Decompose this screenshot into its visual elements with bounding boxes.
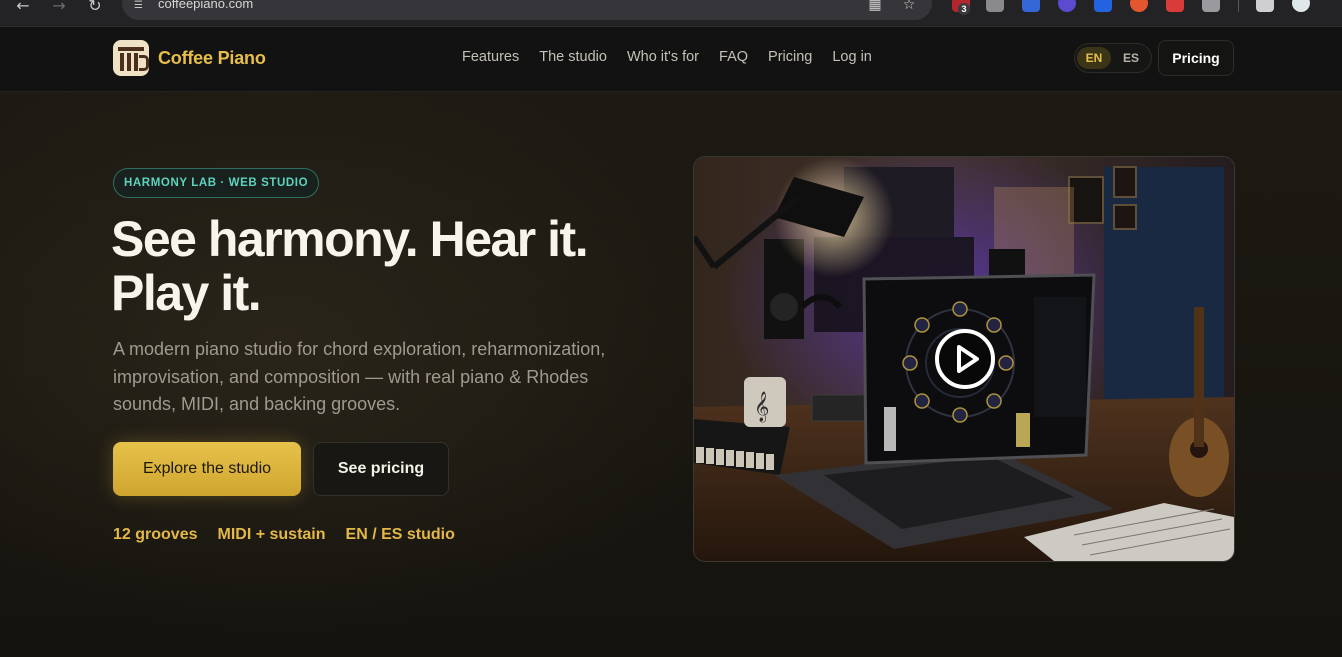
- headline-line-1: See harmony. Hear it.: [111, 211, 589, 267]
- nav-log-in[interactable]: Log in: [832, 49, 872, 65]
- search-extension-icon[interactable]: [1166, 0, 1184, 12]
- camera-extension-icon[interactable]: [986, 0, 1004, 12]
- nav-the-studio[interactable]: The studio: [539, 49, 607, 65]
- hero-subtext: A modern piano studio for chord explorat…: [113, 339, 606, 414]
- headline-line-2: Play it.: [111, 265, 262, 321]
- toolbar-divider: [1238, 0, 1239, 12]
- address-bar[interactable]: ☰ coffeepiano.com ▦ ☆: [122, 0, 932, 20]
- translate-extension-icon[interactable]: [1094, 0, 1112, 12]
- translate-icon[interactable]: ▦: [866, 0, 884, 12]
- burst-extension-icon[interactable]: [1130, 0, 1148, 12]
- play-icon: [957, 345, 979, 373]
- download-icon[interactable]: [1256, 0, 1274, 12]
- extension-badge: 3: [958, 3, 970, 15]
- hero-stats: 12 grooves MIDI + sustain EN / ES studio: [113, 526, 455, 544]
- profile-avatar-icon[interactable]: [1292, 0, 1310, 12]
- coffee-piano-logo-icon[interactable]: [113, 40, 149, 76]
- sync-extension-icon[interactable]: [1058, 0, 1076, 12]
- nav-who-its-for[interactable]: Who it's for: [627, 49, 699, 65]
- language-switch: EN ES: [1074, 43, 1152, 73]
- explore-studio-button[interactable]: Explore the studio: [113, 442, 301, 496]
- address-url[interactable]: coffeepiano.com: [158, 0, 253, 11]
- nav-features[interactable]: Features: [462, 49, 519, 65]
- nav-faq[interactable]: FAQ: [719, 49, 748, 65]
- site-info-icon[interactable]: ☰: [134, 0, 150, 12]
- main-nav: Features The studio Who it's for FAQ Pri…: [462, 49, 872, 65]
- reload-icon[interactable]: ↻: [84, 0, 106, 17]
- hero-tag: HARMONY LAB · WEB STUDIO: [113, 168, 320, 198]
- stat-languages: EN / ES studio: [345, 526, 455, 543]
- site-header: Coffee Piano Features The studio Who it'…: [0, 27, 1342, 92]
- nav-pricing[interactable]: Pricing: [768, 49, 812, 65]
- see-pricing-button[interactable]: See pricing: [313, 442, 449, 496]
- puzzle-extensions-icon[interactable]: [1202, 0, 1220, 12]
- screenshot-extension-icon[interactable]: [1022, 0, 1040, 12]
- hero-headline: See harmony. Hear it. Play it.: [111, 212, 671, 320]
- play-video-button[interactable]: [935, 329, 995, 389]
- stat-grooves: 12 grooves: [113, 526, 198, 543]
- header-pricing-button[interactable]: Pricing: [1158, 40, 1234, 76]
- back-arrow-icon[interactable]: ←: [12, 0, 34, 17]
- lang-en-button[interactable]: EN: [1077, 47, 1111, 69]
- forward-arrow-icon[interactable]: →: [48, 0, 70, 17]
- browser-toolbar: ← → ↻ ☰ coffeepiano.com ▦ ☆ 3: [0, 0, 1342, 27]
- stat-midi: MIDI + sustain: [217, 526, 326, 543]
- bookmark-star-icon[interactable]: ☆: [900, 0, 918, 12]
- brand-name[interactable]: Coffee Piano: [158, 48, 266, 69]
- hero-video-thumbnail[interactable]: 𝄞: [693, 156, 1235, 562]
- lang-es-button[interactable]: ES: [1114, 47, 1148, 69]
